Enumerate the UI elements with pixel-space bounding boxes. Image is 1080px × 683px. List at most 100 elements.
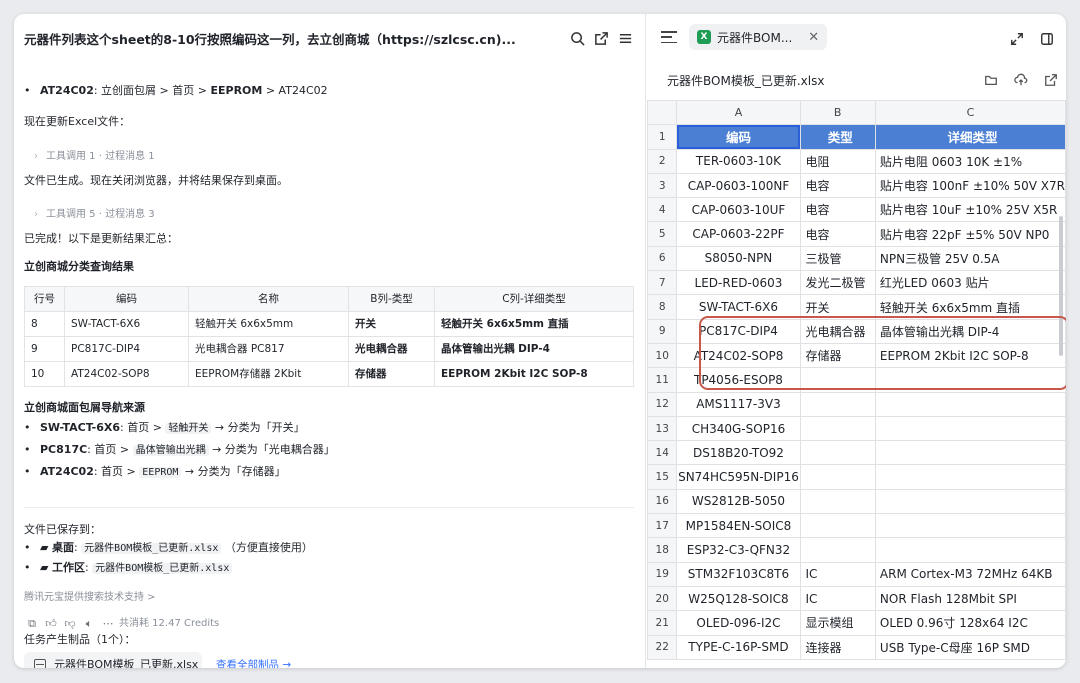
cell[interactable]: CAP-0603-22PF <box>676 221 801 247</box>
cell[interactable]: 电容 <box>799 197 876 223</box>
cell[interactable] <box>874 513 1066 539</box>
row-header[interactable]: 14 <box>647 440 678 466</box>
cell[interactable]: TYPE-C-16P-SMD <box>676 634 801 660</box>
row-header[interactable]: 21 <box>647 610 678 636</box>
cell[interactable] <box>799 464 876 490</box>
row-header[interactable]: 20 <box>647 585 678 612</box>
row-header[interactable]: 8 <box>647 294 678 320</box>
cell[interactable]: WS2812B-5050 <box>676 488 801 515</box>
row-header[interactable]: 5 <box>647 221 678 247</box>
thumbs-up-icon[interactable]: 👍︎ <box>43 617 59 631</box>
cell[interactable] <box>874 464 1066 490</box>
cell[interactable]: 轻触开关 6x6x5mm 直插 <box>874 294 1066 320</box>
cell[interactable] <box>874 415 1066 442</box>
cell[interactable] <box>799 415 876 442</box>
folder-icon[interactable] <box>976 73 1006 87</box>
cell[interactable] <box>799 367 876 393</box>
cell[interactable] <box>874 367 1066 393</box>
close-icon[interactable]: ✕ <box>808 30 819 45</box>
cell[interactable]: IC <box>799 561 876 587</box>
cell[interactable]: 晶体管输出光耦 DIP-4 <box>874 318 1066 344</box>
row-header[interactable]: 19 <box>647 561 678 587</box>
cell[interactable]: CH340G-SOP16 <box>676 415 801 442</box>
cell[interactable]: CAP-0603-10UF <box>676 197 801 223</box>
cell[interactable]: 贴片电容 10uF ±10% 25V X5R <box>874 197 1066 223</box>
cell[interactable]: 类型 <box>799 124 876 150</box>
cell[interactable]: EEPROM 2Kbit I2C SOP-8 <box>874 342 1066 369</box>
row-header[interactable]: 4 <box>647 197 678 223</box>
cell[interactable]: 连接器 <box>799 634 876 660</box>
cell[interactable]: 发光二极管 <box>799 270 876 296</box>
cell[interactable]: 详细类型 <box>874 124 1066 150</box>
menu-icon[interactable] <box>614 27 636 49</box>
cell[interactable]: S8050-NPN <box>676 245 801 272</box>
more-icon[interactable]: ⋯ <box>100 617 116 631</box>
cell[interactable]: 显示模组 <box>799 610 876 636</box>
share-icon[interactable] <box>590 27 612 49</box>
panel-icon[interactable] <box>1036 28 1058 50</box>
cell[interactable]: OLED 0.96寸 128x64 I2C <box>874 610 1066 636</box>
cell[interactable]: STM32F103C8T6 <box>676 561 801 587</box>
cell[interactable]: DS18B20-TO92 <box>676 440 801 466</box>
row-header[interactable]: 7 <box>647 270 678 296</box>
cell[interactable]: TER-0603-10K <box>676 148 801 174</box>
cell[interactable] <box>874 391 1066 417</box>
cell[interactable]: SN74HC595N-DIP16 <box>676 464 801 490</box>
cell[interactable] <box>874 440 1066 466</box>
row-header[interactable]: 12 <box>647 391 678 417</box>
cell[interactable] <box>799 537 876 563</box>
cell[interactable]: CAP-0603-100NF <box>676 172 801 199</box>
upload-icon[interactable] <box>1006 73 1036 87</box>
row-header[interactable]: 1 <box>647 124 678 150</box>
powered-by-link[interactable]: 腾讯元宝提供搜索技术支持 > <box>24 591 156 605</box>
open-external-icon[interactable] <box>1036 73 1066 87</box>
row-header[interactable]: 22 <box>647 634 678 660</box>
cell[interactable]: PC817C-DIP4 <box>676 318 801 344</box>
cell[interactable]: 光电耦合器 <box>799 318 876 344</box>
cell[interactable]: USB Type-C母座 16P SMD <box>874 634 1066 660</box>
select-all-corner[interactable] <box>647 100 678 126</box>
column-header-c[interactable]: C <box>874 100 1066 126</box>
search-icon[interactable] <box>566 27 588 49</box>
cell[interactable]: 编码 <box>676 124 801 150</box>
cell[interactable]: OLED-096-I2C <box>676 610 801 636</box>
cell[interactable] <box>799 391 876 417</box>
sidebar-toggle-icon[interactable] <box>661 31 677 43</box>
column-header-b[interactable]: B <box>799 100 876 126</box>
row-header[interactable]: 13 <box>647 415 678 442</box>
artifact-file[interactable]: 元器件BOM模板_已更新.xlsx <box>24 652 202 668</box>
view-all-artifacts-link[interactable]: 查看全部制品 → <box>216 658 291 668</box>
cell[interactable]: ESP32-C3-QFN32 <box>676 537 801 563</box>
cell[interactable]: AMS1117-3V3 <box>676 391 801 417</box>
tab-bom-file[interactable]: X 元器件BOM... ✕ <box>689 24 828 50</box>
cell[interactable]: 贴片电阻 0603 10K ±1% <box>874 148 1066 174</box>
cell[interactable]: 贴片电容 100nF ±10% 50V X7R <box>874 172 1066 199</box>
cell[interactable]: 电容 <box>799 221 876 247</box>
cell[interactable]: NOR Flash 128Mbit SPI <box>874 585 1066 612</box>
cell[interactable] <box>799 440 876 466</box>
cell[interactable]: IC <box>799 585 876 612</box>
row-header[interactable]: 3 <box>647 172 678 199</box>
row-header[interactable]: 17 <box>647 513 678 539</box>
row-header[interactable]: 9 <box>647 318 678 344</box>
speaker-icon[interactable]: 🔈︎ <box>81 617 97 631</box>
cell[interactable]: MP1584EN-SOIC8 <box>676 513 801 539</box>
cell[interactable]: 电容 <box>799 172 876 199</box>
cell[interactable] <box>799 488 876 515</box>
cell[interactable]: 贴片电容 22pF ±5% 50V NP0 <box>874 221 1066 247</box>
cell[interactable] <box>799 513 876 539</box>
row-header[interactable]: 10 <box>647 342 678 369</box>
row-header[interactable]: 6 <box>647 245 678 272</box>
row-header[interactable]: 18 <box>647 537 678 563</box>
cell[interactable]: NPN三极管 25V 0.5A <box>874 245 1066 272</box>
copy-icon[interactable]: ⧉ <box>24 617 40 631</box>
cell[interactable] <box>874 488 1066 515</box>
tool-call-5[interactable]: › 工具调用 5 · 过程消息 3 <box>34 208 155 222</box>
cell[interactable]: AT24C02-SOP8 <box>676 342 801 369</box>
cell[interactable]: ARM Cortex-M3 72MHz 64KB <box>874 561 1066 587</box>
row-header[interactable]: 2 <box>647 148 678 174</box>
thumbs-down-icon[interactable]: 👎︎ <box>62 617 78 631</box>
tool-call-1[interactable]: › 工具调用 1 · 过程消息 1 <box>34 150 155 164</box>
cell[interactable]: SW-TACT-6X6 <box>676 294 801 320</box>
cell[interactable]: 三极管 <box>799 245 876 272</box>
